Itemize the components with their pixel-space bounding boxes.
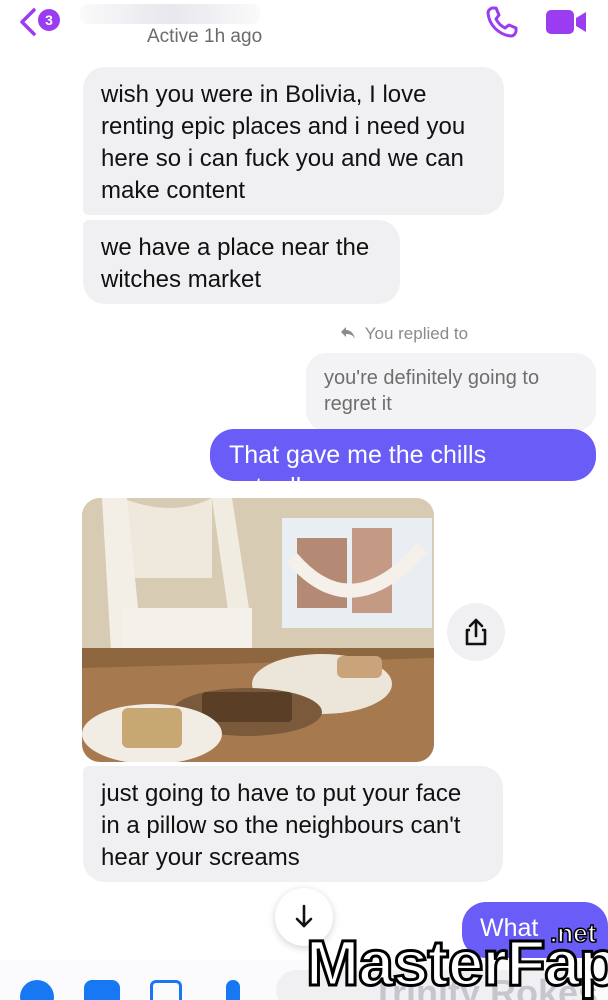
camera-icon[interactable] <box>84 980 120 1000</box>
share-icon <box>465 618 487 646</box>
share-button[interactable] <box>447 603 505 661</box>
active-status: Active 1h ago <box>147 26 263 47</box>
outgoing-message[interactable]: That gave me the chills actually <box>210 429 596 501</box>
quoted-message[interactable]: you're definitely going to regret it <box>306 353 596 431</box>
plus-icon[interactable] <box>20 980 54 1000</box>
phone-icon <box>486 6 518 38</box>
chat-header: 3 Active 1h ago <box>0 0 608 58</box>
incoming-message[interactable]: just going to have to put your face in a… <box>83 766 503 882</box>
back-button[interactable]: 3 <box>18 6 68 36</box>
unread-count-badge: 3 <box>38 9 60 31</box>
reply-icon <box>341 327 355 339</box>
incoming-message[interactable]: we have a place near the witches market <box>83 220 400 304</box>
chevron-left-icon <box>20 8 36 36</box>
shared-photo[interactable] <box>82 498 434 762</box>
contact-name-redacted <box>80 4 260 24</box>
watermark-tld: .net <box>549 917 597 949</box>
reply-indicator: You replied to <box>340 324 468 344</box>
phone-call-button[interactable] <box>484 4 520 40</box>
gallery-icon[interactable] <box>150 980 182 1000</box>
video-call-button[interactable] <box>544 6 588 38</box>
video-camera-icon <box>546 10 586 34</box>
bedroom-photo-image <box>82 498 434 762</box>
incoming-message[interactable]: wish you were in Bolivia, I love renting… <box>83 67 504 215</box>
microphone-icon[interactable] <box>226 980 240 1000</box>
reply-label-text: You replied to <box>364 324 469 343</box>
